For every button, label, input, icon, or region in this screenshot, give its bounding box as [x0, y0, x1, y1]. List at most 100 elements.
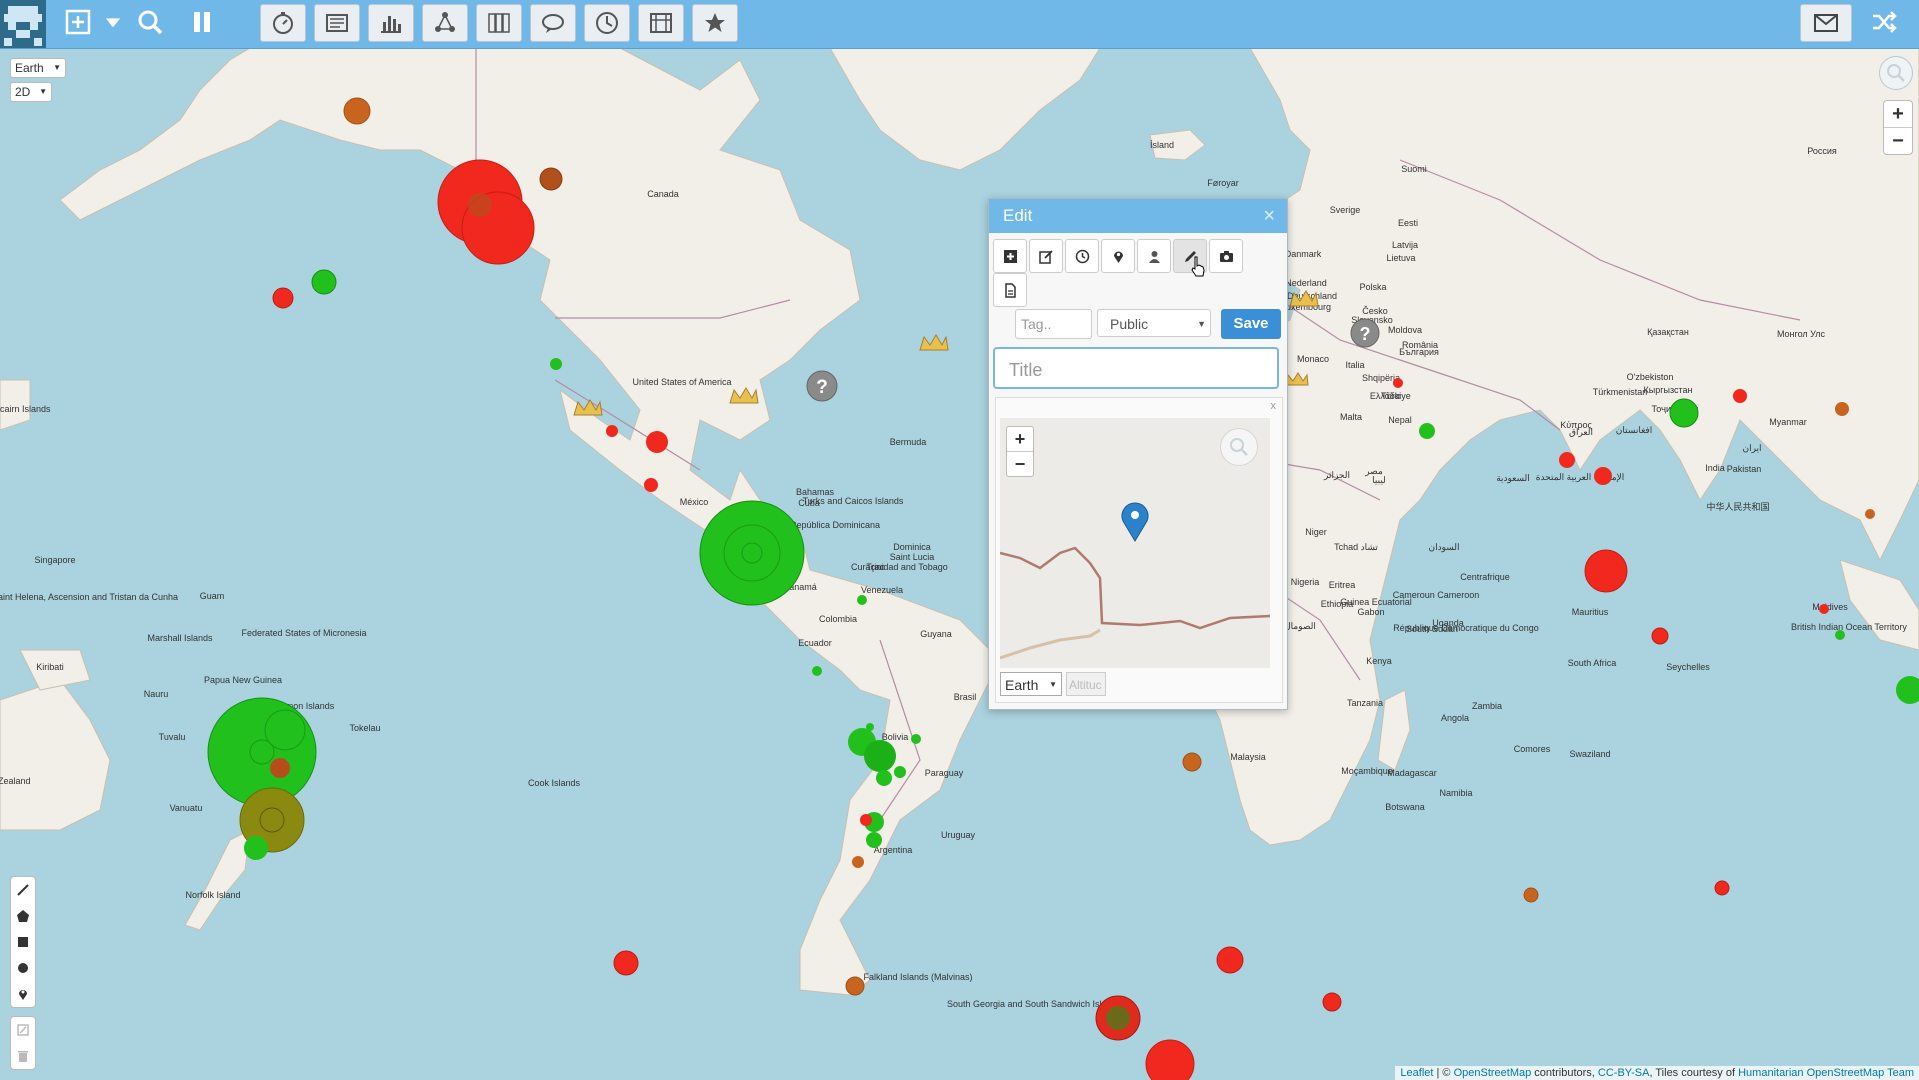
- marker-green[interactable]: [1419, 423, 1435, 439]
- minimap-zoom-control: + −: [1006, 426, 1034, 477]
- marker-red[interactable]: [1733, 389, 1747, 403]
- osm-link[interactable]: OpenStreetMap: [1454, 1067, 1532, 1079]
- marker-orange[interactable]: [343, 97, 371, 125]
- marker-red[interactable]: [860, 814, 872, 826]
- world-map[interactable]: Canada United States of America México Berm…: [0, 0, 1919, 1080]
- map-label: Moldova: [1388, 325, 1422, 335]
- marker-green[interactable]: [311, 269, 337, 295]
- marker-green[interactable]: [876, 770, 892, 786]
- edit-layers-button[interactable]: [11, 1017, 35, 1043]
- save-button[interactable]: Save: [1221, 309, 1281, 339]
- pause-button[interactable]: [182, 4, 222, 40]
- marker-red[interactable]: [1651, 627, 1669, 645]
- minimap-zoom-out-button[interactable]: −: [1007, 451, 1033, 476]
- edit-note-button[interactable]: [1029, 239, 1063, 273]
- mail-button[interactable]: [1800, 4, 1852, 42]
- marker-orange[interactable]: [270, 758, 290, 778]
- map-label: India: [1705, 463, 1725, 473]
- chart-button[interactable]: [368, 4, 414, 42]
- marker-green[interactable]: [866, 832, 882, 848]
- time-button[interactable]: [1065, 239, 1099, 273]
- marker-green[interactable]: [866, 723, 874, 731]
- visibility-select[interactable]: Public ▼: [1097, 309, 1211, 337]
- add-button[interactable]: [58, 4, 98, 40]
- marker-orange[interactable]: [1835, 402, 1849, 416]
- marker-green[interactable]: [550, 358, 562, 370]
- close-icon[interactable]: ×: [1263, 199, 1275, 233]
- marker-orange[interactable]: [1182, 752, 1202, 772]
- person-button[interactable]: [1137, 239, 1171, 273]
- group-button[interactable]: [476, 4, 522, 42]
- minimap-search-button[interactable]: [1220, 428, 1258, 466]
- search-button[interactable]: [130, 4, 170, 40]
- draw-polygon-button[interactable]: [11, 903, 35, 929]
- draw-rectangle-button[interactable]: [11, 929, 35, 955]
- marker-red[interactable]: [1714, 880, 1730, 896]
- marker-orange[interactable]: [539, 167, 563, 191]
- zoom-out-button[interactable]: −: [1884, 127, 1912, 154]
- marker-red[interactable]: [606, 425, 618, 437]
- marker-green[interactable]: [894, 766, 906, 778]
- marker-orange[interactable]: [845, 976, 865, 996]
- edit-dialog-header[interactable]: Edit ×: [989, 199, 1287, 233]
- marker-red[interactable]: [1819, 604, 1829, 614]
- marker-red[interactable]: [613, 950, 639, 976]
- marker-red[interactable]: [1216, 946, 1244, 974]
- marker-green[interactable]: [244, 836, 268, 860]
- location-button[interactable]: [1101, 239, 1135, 273]
- marker-green[interactable]: [699, 500, 805, 606]
- news-button[interactable]: [314, 4, 360, 42]
- leaflet-link[interactable]: Leaflet: [1400, 1067, 1433, 1079]
- globe-select[interactable]: Earth ▼: [10, 58, 66, 78]
- document-button[interactable]: [993, 273, 1027, 307]
- marker-red[interactable]: [272, 287, 294, 309]
- split-panel-button[interactable]: [638, 4, 684, 42]
- shuffle-button[interactable]: [1864, 4, 1904, 40]
- marker-red[interactable]: [1584, 549, 1628, 593]
- tag-input[interactable]: Tag..: [1015, 309, 1092, 339]
- add-dropdown-button[interactable]: [104, 4, 122, 40]
- marker-green[interactable]: [857, 595, 867, 605]
- marker-green[interactable]: [911, 734, 921, 744]
- marker-red[interactable]: [1322, 992, 1342, 1012]
- marker-green[interactable]: [1669, 398, 1699, 428]
- favorites-button[interactable]: [692, 4, 738, 42]
- license-link[interactable]: CC-BY-SA: [1598, 1067, 1650, 1079]
- photo-button[interactable]: [1209, 239, 1243, 273]
- map-search-button[interactable]: [1879, 56, 1913, 90]
- draw-polyline-button[interactable]: [11, 877, 35, 903]
- minimap-close-button[interactable]: x: [1271, 400, 1277, 412]
- marker-orange[interactable]: [1865, 509, 1875, 519]
- network-button[interactable]: [422, 4, 468, 42]
- marker-red[interactable]: [1393, 379, 1401, 387]
- pixel-helmet-logo[interactable]: [0, 0, 46, 48]
- marker-green[interactable]: [812, 666, 822, 676]
- map-label: República Dominicana: [790, 520, 880, 530]
- map-label: Pitcairn Islands: [0, 404, 51, 414]
- marker-orange[interactable]: [468, 193, 492, 217]
- chat-button[interactable]: [530, 4, 576, 42]
- delete-layers-button[interactable]: [11, 1043, 35, 1069]
- draw-circle-button[interactable]: [11, 955, 35, 981]
- marker-red[interactable]: [646, 431, 668, 453]
- marker-orange[interactable]: [1523, 887, 1539, 903]
- marker-olive[interactable]: [1106, 1006, 1130, 1030]
- add-item-button[interactable]: [993, 239, 1027, 273]
- marker-green[interactable]: [1835, 630, 1845, 640]
- clock-button[interactable]: [584, 4, 630, 42]
- marker-orange[interactable]: [852, 856, 864, 868]
- minimap-globe-select[interactable]: Earth ▼: [1000, 672, 1062, 696]
- zoom-in-button[interactable]: +: [1884, 101, 1912, 127]
- hot-link[interactable]: Humanitarian OpenStreetMap Team: [1738, 1067, 1914, 1079]
- minimap-zoom-in-button[interactable]: +: [1007, 427, 1033, 451]
- altitude-input[interactable]: Altituc: [1066, 672, 1106, 696]
- title-input[interactable]: Title: [993, 347, 1279, 389]
- marker-red[interactable]: [1559, 452, 1575, 468]
- clock-icon: [596, 12, 618, 34]
- marker-red[interactable]: [1594, 467, 1612, 485]
- draw-marker-button[interactable]: [11, 981, 35, 1007]
- stopwatch-button[interactable]: [260, 4, 306, 42]
- view-mode-select[interactable]: 2D ▼: [10, 82, 52, 102]
- marker-green[interactable]: [864, 740, 896, 772]
- marker-red[interactable]: [644, 478, 658, 492]
